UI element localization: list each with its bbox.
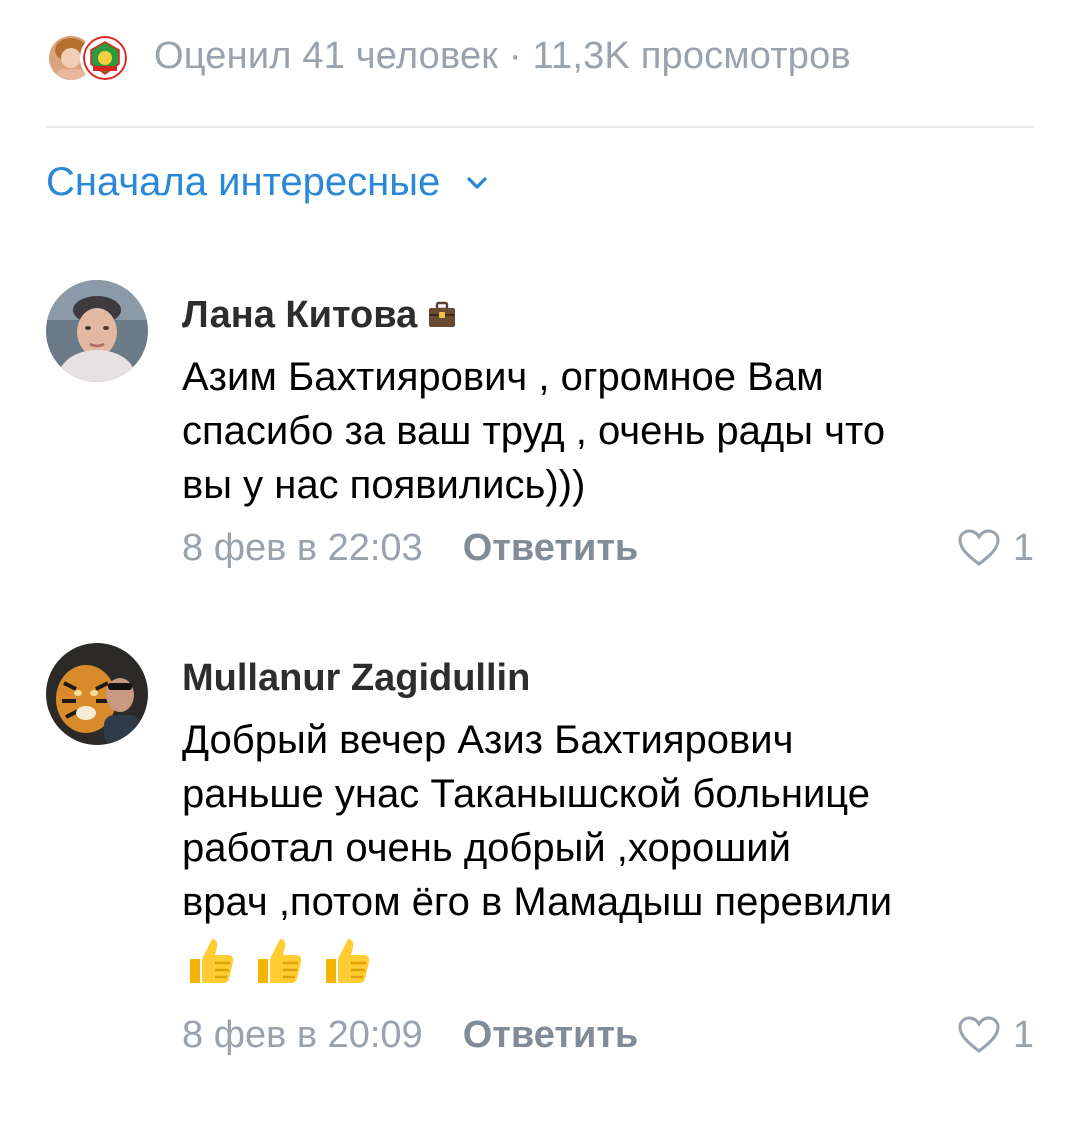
chevron-down-icon <box>467 176 487 189</box>
heart-icon <box>958 1016 1000 1053</box>
comment-timestamp: 8 фев в 20:09 <box>182 1013 423 1056</box>
comment-line: раньше унас Таканышской больнице <box>182 772 871 816</box>
comment-line: спасибо за ваш труд , очень рады что <box>182 409 886 453</box>
avatar[interactable] <box>46 643 148 745</box>
comment-body: Лана Китова Азим Бахтиярович , огромное … <box>182 280 1034 578</box>
comment-author[interactable]: Mullanur Zagidullin <box>182 643 1034 713</box>
like-button[interactable]: 1 <box>957 518 1034 578</box>
heart-icon <box>958 529 1000 566</box>
thumbs-up-icon <box>190 939 234 983</box>
like-count: 1 <box>1012 1013 1034 1056</box>
reactions-views-count: Оценил 41 человек · 11,3K просмотров <box>154 34 851 77</box>
thumbs-up-icon <box>326 939 370 983</box>
emoji-row: 👍👍👍 <box>182 931 1034 991</box>
reply-button[interactable]: Ответить <box>463 527 639 570</box>
comment-timestamp: 8 фев в 22:03 <box>182 526 423 569</box>
reactor-avatars <box>46 31 130 83</box>
comment-line: врач ,потом ёго в Мамадыш перевили <box>182 880 893 924</box>
like-button[interactable]: 1 <box>957 1005 1034 1065</box>
comment-author[interactable]: Лана Китова <box>182 280 1034 350</box>
reply-button[interactable]: Ответить <box>463 1014 639 1057</box>
comment-text: Азим Бахтиярович , огромное Вам спасибо … <box>182 350 1034 512</box>
avatar[interactable] <box>46 280 148 382</box>
comment-text: Добрый вечер Азиз Бахтиярович раньше уна… <box>182 713 1034 929</box>
comment-meta: 8 фев в 20:09 Ответить 1 <box>182 1005 1034 1065</box>
comment-meta: 8 фев в 22:03 Ответить 1 <box>182 518 1034 578</box>
comment-line: работал очень добрый ,хороший <box>182 826 791 870</box>
briefcase-icon <box>429 301 456 327</box>
author-name: Mullanur Zagidullin <box>182 657 531 699</box>
like-count: 1 <box>1012 526 1034 569</box>
reactions-summary[interactable]: Оценил 41 человек · 11,3K просмотров <box>46 24 851 88</box>
thumbs-up-icon <box>258 939 302 983</box>
divider <box>46 126 1034 128</box>
sort-dropdown[interactable]: Сначала интересные <box>46 160 488 205</box>
comment-line: вы у нас появились))) <box>182 463 586 507</box>
comment-line: Добрый вечер Азиз Бахтиярович <box>182 718 794 762</box>
comment-line: Азим Бахтиярович , огромное Вам <box>182 355 824 399</box>
comment-body: Mullanur Zagidullin Добрый вечер Азиз Ба… <box>182 643 1034 1065</box>
sort-label: Сначала интересные <box>46 160 441 204</box>
org-logo-avatar <box>80 33 130 83</box>
author-name: Лана Китова <box>182 294 418 336</box>
